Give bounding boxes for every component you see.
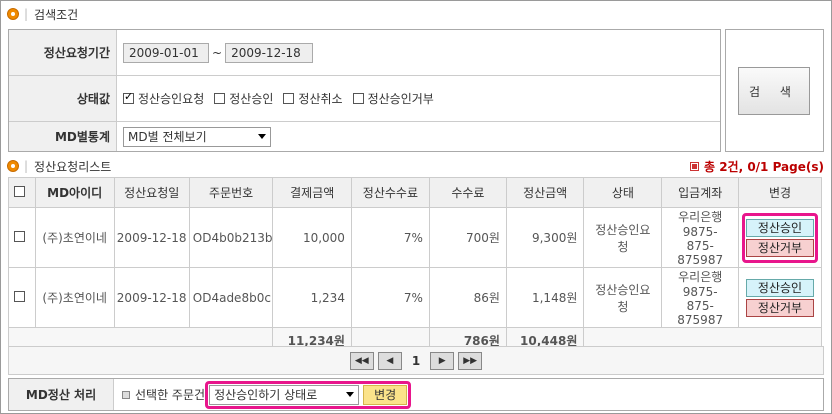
md-select[interactable]: MD별 전체보기 bbox=[123, 126, 271, 147]
table-header-row: MD아이디 정산요청일 주문번호 결제금액 정산수수료 수수료 정산금액 상태 … bbox=[8, 177, 822, 208]
header-payment: 결제금액 bbox=[272, 177, 352, 208]
cell-date: 2009-12-18 bbox=[113, 267, 190, 328]
page-number[interactable]: 1 bbox=[412, 354, 420, 368]
highlight-box: 정산승인 정산거부 bbox=[742, 212, 819, 263]
cell-status: 정산승인요청 bbox=[583, 207, 663, 268]
cell-fee-rate: 7% bbox=[350, 267, 430, 328]
period-label: 정산요청기간 bbox=[9, 30, 117, 75]
checkbox[interactable] bbox=[214, 93, 226, 104]
total-count: 총 2건, 0/1 Page(s) bbox=[689, 158, 824, 175]
md-row: MD별통계 MD별 전체보기 bbox=[9, 122, 720, 151]
bulk-change-button[interactable]: 변경 bbox=[363, 384, 408, 405]
last-page-icon[interactable]: ▶▶ bbox=[458, 351, 483, 370]
reject-button[interactable]: 정산거부 bbox=[746, 298, 815, 317]
bulk-status-select[interactable]: 정산승인하기 상태로 bbox=[209, 384, 360, 405]
chevron-down-icon bbox=[258, 133, 266, 139]
header-account: 입금계좌 bbox=[661, 177, 740, 208]
status-row: 상태값 정산승인요청 정산승인 정산취소 정산승인거부 bbox=[9, 76, 720, 122]
header-fee: 수수료 bbox=[428, 177, 507, 208]
bulk-label: MD정산 처리 bbox=[9, 379, 114, 410]
cell-change: 정산승인 정산거부 bbox=[738, 267, 822, 328]
pagination: ◀◀ ◀ 1 ▶ ▶▶ bbox=[8, 346, 824, 375]
divider: | bbox=[24, 7, 29, 21]
status-label: 상태값 bbox=[9, 76, 117, 121]
table-row: (주)초연이네 2009-12-18 OD4b0b213b 10,000 7% … bbox=[8, 207, 822, 268]
approve-button[interactable]: 정산승인 bbox=[746, 278, 815, 297]
next-page-icon[interactable]: ▶ bbox=[430, 351, 455, 370]
row-checkbox[interactable] bbox=[14, 230, 26, 242]
list-title-text: 정산요청리스트 bbox=[34, 159, 112, 174]
divider: | bbox=[24, 159, 29, 173]
settlement-table: MD아이디 정산요청일 주문번호 결제금액 정산수수료 수수료 정산금액 상태 … bbox=[7, 177, 822, 354]
bullet-icon bbox=[7, 8, 19, 20]
checkbox[interactable] bbox=[352, 93, 364, 104]
first-page-icon[interactable]: ◀◀ bbox=[349, 351, 374, 370]
date-from-input[interactable]: 2009-01-01 bbox=[123, 42, 209, 63]
status-option-approve-request[interactable]: 정산승인요청 bbox=[123, 90, 204, 107]
highlight-box: 정산승인하기 상태로 변경 bbox=[205, 380, 412, 409]
header-request-date: 정산요청일 bbox=[113, 177, 190, 208]
checkbox[interactable] bbox=[283, 93, 295, 104]
chevron-down-icon bbox=[346, 391, 355, 397]
cell-payment: 10,000 bbox=[272, 207, 352, 268]
order-link[interactable]: OD4ade8b0c bbox=[188, 267, 274, 328]
cell-md-id: (주)초연이네 bbox=[34, 207, 115, 268]
list-section-title: | 정산요청리스트 bbox=[7, 157, 111, 175]
approve-button[interactable]: 정산승인 bbox=[746, 218, 815, 237]
table-row: (주)초연이네 2009-12-18 OD4ade8b0c 1,234 7% 8… bbox=[8, 267, 822, 328]
cell-date: 2009-12-18 bbox=[113, 207, 190, 268]
square-bullet-icon bbox=[122, 390, 130, 399]
checkbox-checked[interactable] bbox=[123, 90, 134, 104]
cell-account: 우리은행 9875-875-875987 bbox=[661, 207, 740, 268]
cell-md-id: (주)초연이네 bbox=[34, 267, 115, 328]
cell-payment: 1,234 bbox=[272, 267, 352, 328]
md-label: MD별통계 bbox=[9, 122, 117, 151]
status-option-cancel[interactable]: 정산취소 bbox=[283, 90, 343, 107]
status-option-approve[interactable]: 정산승인 bbox=[214, 90, 273, 107]
header-md-id: MD아이디 bbox=[34, 177, 115, 208]
header-order-no: 주문번호 bbox=[188, 177, 274, 208]
cell-change: 정산승인 정산거부 bbox=[738, 207, 822, 268]
cell-fee-rate: 7% bbox=[350, 207, 430, 268]
header-settle-amount: 정산금액 bbox=[505, 177, 585, 208]
cell-account: 우리은행 9875-875-875987 bbox=[661, 267, 740, 328]
cell-fee: 86원 bbox=[428, 267, 507, 328]
bulk-prefix: 선택한 주문건 bbox=[135, 388, 206, 402]
reject-button[interactable]: 정산거부 bbox=[746, 238, 815, 257]
header-status: 상태 bbox=[583, 177, 663, 208]
row-checkbox[interactable] bbox=[14, 290, 26, 302]
search-button[interactable]: 검 색 bbox=[738, 67, 810, 115]
header-select-all[interactable] bbox=[8, 177, 36, 208]
header-fee-rate: 정산수수료 bbox=[350, 177, 430, 208]
square-bullet-icon bbox=[689, 162, 699, 171]
search-title-text: 검색조건 bbox=[34, 7, 79, 22]
bulk-action-bar: MD정산 처리 선택한 주문건 정산승인하기 상태로 변경 bbox=[8, 378, 824, 411]
prev-page-icon[interactable]: ◀ bbox=[377, 351, 402, 370]
order-link[interactable]: OD4b0b213b bbox=[188, 207, 274, 268]
status-option-reject[interactable]: 정산승인거부 bbox=[352, 90, 434, 107]
date-to-input[interactable]: 2009-12-18 bbox=[225, 42, 314, 63]
bullet-icon bbox=[7, 160, 19, 172]
search-form: 정산요청기간 2009-01-01 ~ 2009-12-18 상태값 정산승인요… bbox=[8, 29, 721, 152]
cell-fee: 700원 bbox=[428, 207, 507, 268]
select-all-checkbox[interactable] bbox=[14, 185, 26, 197]
cell-settle: 1,148원 bbox=[505, 267, 585, 328]
search-section-title: | 검색조건 bbox=[7, 5, 78, 23]
cell-settle: 9,300원 bbox=[505, 207, 585, 268]
period-row: 정산요청기간 2009-01-01 ~ 2009-12-18 bbox=[9, 30, 720, 76]
date-separator: ~ bbox=[212, 45, 223, 60]
header-change: 변경 bbox=[738, 177, 822, 208]
search-button-panel: 검 색 bbox=[725, 29, 824, 152]
cell-status: 정산승인요청 bbox=[583, 267, 663, 328]
